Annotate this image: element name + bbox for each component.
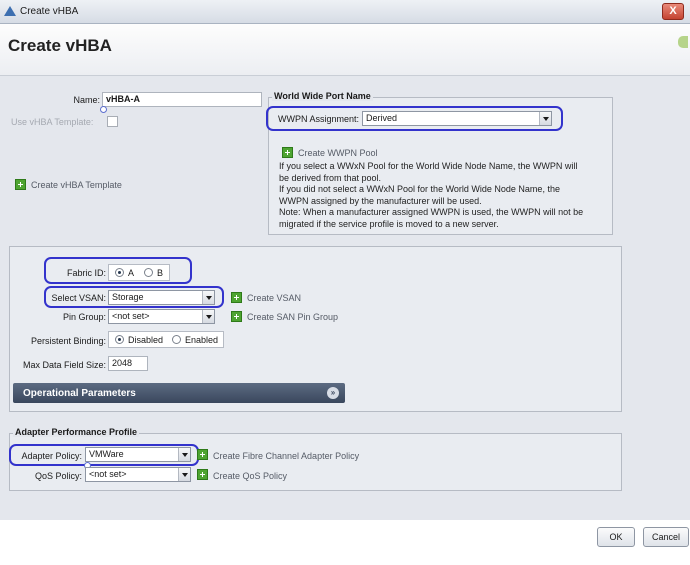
use-template-checkbox[interactable] xyxy=(107,116,118,127)
create-san-pin-group-link[interactable]: Create SAN Pin Group xyxy=(247,312,338,322)
fabric-id-highlight xyxy=(44,257,192,284)
persistent-binding-label: Persistent Binding: xyxy=(30,336,106,346)
binding-disabled-radio[interactable] xyxy=(115,335,124,344)
create-qos-policy-link[interactable]: Create QoS Policy xyxy=(213,471,287,481)
close-button[interactable]: X xyxy=(662,3,684,20)
dialog-header: Create vHBA xyxy=(0,24,690,76)
plus-icon[interactable] xyxy=(231,292,242,303)
wwpn-note-line: Note: When a manufacturer assigned WWPN … xyxy=(279,207,584,217)
wwpn-note-line: If you select a WWxN Pool for the World … xyxy=(279,161,578,171)
pin-group-select[interactable]: <not set> xyxy=(108,309,215,324)
chevron-down-icon[interactable] xyxy=(178,468,190,481)
help-icon[interactable] xyxy=(678,36,688,48)
max-data-field-label: Max Data Field Size: xyxy=(22,360,106,370)
qos-policy-value: <not set> xyxy=(89,469,127,479)
create-wwpn-pool-link[interactable]: Create WWPN Pool xyxy=(298,148,378,158)
qos-policy-label: QoS Policy: xyxy=(34,471,82,481)
adapter-performance-title: Adapter Performance Profile xyxy=(13,427,140,437)
ok-button[interactable]: OK xyxy=(597,527,635,547)
name-input[interactable]: vHBA-A xyxy=(102,92,262,107)
binding-enabled-label: Enabled xyxy=(185,335,219,345)
binding-disabled-label: Disabled xyxy=(128,335,164,345)
app-icon xyxy=(4,6,16,16)
page-title: Create vHBA xyxy=(8,36,112,55)
wwpn-assignment-highlight xyxy=(266,106,563,131)
binding-enabled-radio[interactable] xyxy=(172,335,181,344)
operational-parameters-title: Operational Parameters xyxy=(23,388,136,399)
qos-policy-select[interactable]: <not set> xyxy=(85,467,191,482)
wwpn-note-line: WWPN assigned by the manufacturer will b… xyxy=(279,195,482,206)
pin-group-value: <not set> xyxy=(112,311,150,321)
dialog-footer xyxy=(0,520,690,565)
wwpn-note-line: If you did not select a WWxN Pool for th… xyxy=(279,184,560,194)
name-label: Name: xyxy=(73,95,100,105)
info-icon xyxy=(100,106,107,113)
wwpn-note-line: migrated if the service profile is moved… xyxy=(279,218,499,229)
use-template-label: Use vHBA Template: xyxy=(11,117,94,127)
plus-icon[interactable] xyxy=(15,179,26,190)
operational-parameters-bar[interactable]: Operational Parameters » xyxy=(13,383,345,403)
wwpn-note: If you select a WWxN Pool for the World … xyxy=(279,161,599,230)
plus-icon[interactable] xyxy=(197,469,208,480)
window-title: Create vHBA xyxy=(20,6,79,17)
create-fc-adapter-policy-link[interactable]: Create Fibre Channel Adapter Policy xyxy=(213,451,359,461)
max-data-field-input[interactable]: 2048 xyxy=(108,356,148,371)
wwpn-note-line: be derived from that pool. xyxy=(279,172,382,183)
plus-icon[interactable] xyxy=(231,311,242,322)
plus-icon[interactable] xyxy=(197,449,208,460)
create-vsan-link[interactable]: Create VSAN xyxy=(247,293,301,303)
persistent-binding-radio-group: Disabled Enabled xyxy=(108,331,224,348)
adapter-policy-highlight xyxy=(9,444,199,466)
cancel-button[interactable]: Cancel xyxy=(643,527,689,547)
plus-icon[interactable] xyxy=(282,147,293,158)
window-titlebar: Create vHBA X xyxy=(0,0,690,24)
wwpn-group-title: World Wide Port Name xyxy=(272,91,373,101)
pin-group-label: Pin Group: xyxy=(62,312,106,322)
chevron-down-icon[interactable] xyxy=(202,310,214,323)
expand-icon[interactable]: » xyxy=(327,387,339,399)
create-vhba-template-link[interactable]: Create vHBA Template xyxy=(31,180,122,190)
vsan-highlight xyxy=(44,286,224,308)
